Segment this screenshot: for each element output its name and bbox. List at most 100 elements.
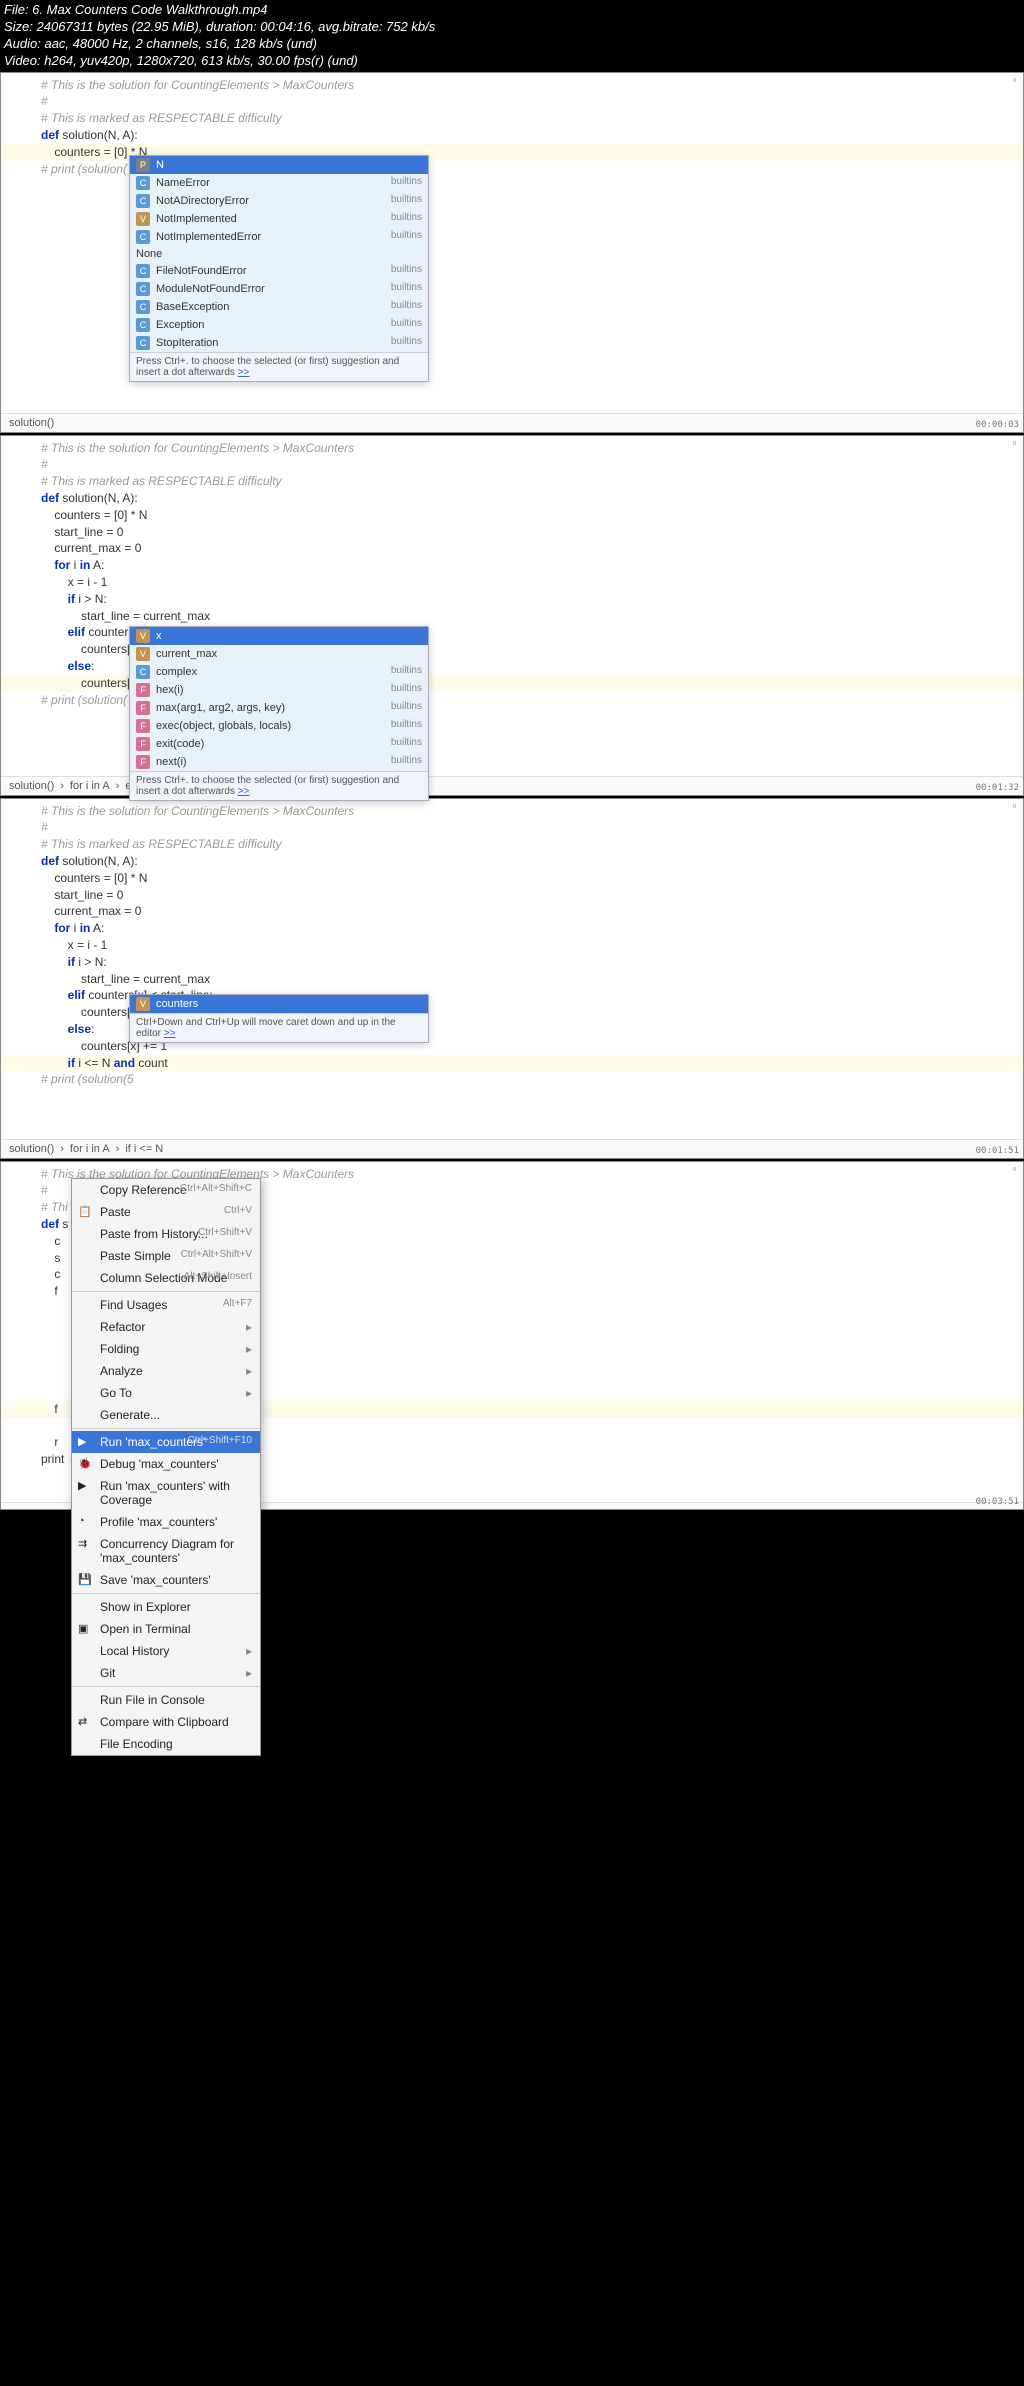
code-line[interactable]: x = i - 1: [1, 574, 1023, 591]
code-line[interactable]: counters = [0] * N: [1, 507, 1023, 524]
chevron-right-icon: ▸: [246, 1364, 252, 1378]
completion-item[interactable]: CNameErrorbuiltins: [130, 174, 428, 192]
code-line[interactable]: if i <= N and count: [1, 1055, 1023, 1072]
coverage-icon: ▶: [78, 1479, 92, 1493]
menu-item[interactable]: Refactor▸: [72, 1316, 260, 1338]
code-line[interactable]: # This is marked as RESPECTABLE difficul…: [1, 836, 1023, 853]
completion-item[interactable]: CNotADirectoryErrorbuiltins: [130, 192, 428, 210]
code-editor[interactable]: ⏸# This is the solution for CountingElem…: [1, 1162, 1023, 1502]
completion-popup[interactable]: VcountersCtrl+Down and Ctrl+Up will move…: [129, 994, 429, 1043]
code-line[interactable]: # This is the solution for CountingEleme…: [1, 803, 1023, 820]
code-line[interactable]: counters = [0] * N: [1, 870, 1023, 887]
completion-item[interactable]: CExceptionbuiltins: [130, 316, 428, 334]
completion-item[interactable]: VNotImplementedbuiltins: [130, 210, 428, 228]
hint-link[interactable]: >>: [164, 1028, 176, 1039]
breadcrumb-segment[interactable]: if i <= N: [125, 1143, 163, 1155]
completion-item[interactable]: CModuleNotFoundErrorbuiltins: [130, 280, 428, 298]
menu-item[interactable]: Generate...: [72, 1404, 260, 1426]
completion-popup[interactable]: PNCNameErrorbuiltinsCNotADirectoryErrorb…: [129, 155, 429, 382]
code-line[interactable]: start_line = 0: [1, 524, 1023, 541]
menu-item[interactable]: Git▸: [72, 1662, 260, 1684]
code-line[interactable]: if i > N:: [1, 591, 1023, 608]
code-line[interactable]: current_max = 0: [1, 540, 1023, 557]
breadcrumb-segment[interactable]: solution(): [9, 417, 54, 429]
code-line[interactable]: #: [1, 819, 1023, 836]
video-frame: ⏸# This is the solution for CountingElem…: [0, 435, 1024, 796]
menu-label: Paste Simple: [100, 1249, 171, 1263]
breadcrumb-segment[interactable]: for i in A: [70, 1143, 110, 1155]
completion-item[interactable]: Fexec(object, globals, locals)builtins: [130, 717, 428, 735]
menu-item[interactable]: File Encoding: [72, 1733, 260, 1755]
breadcrumb-segment[interactable]: solution(): [9, 780, 54, 792]
completion-item[interactable]: Ccomplexbuiltins: [130, 663, 428, 681]
completion-item[interactable]: PN: [130, 156, 428, 174]
menu-item[interactable]: Analyze▸: [72, 1360, 260, 1382]
completion-item[interactable]: CBaseExceptionbuiltins: [130, 298, 428, 316]
code-editor[interactable]: ⏸# This is the solution for CountingElem…: [1, 799, 1023, 1139]
completion-item[interactable]: Fhex(i)builtins: [130, 681, 428, 699]
code-line[interactable]: # This is the solution for CountingEleme…: [1, 440, 1023, 457]
completion-item[interactable]: Fnext(i)builtins: [130, 753, 428, 771]
completion-item[interactable]: Fmax(arg1, arg2, args, key)builtins: [130, 699, 428, 717]
breadcrumb[interactable]: solution()›for i in A›if i <= N: [1, 1139, 1023, 1158]
menu-item[interactable]: Show in Explorer: [72, 1596, 260, 1618]
code-line[interactable]: x = i - 1: [1, 937, 1023, 954]
menu-item[interactable]: ⇉Concurrency Diagram for 'max_counters': [72, 1533, 260, 1569]
code-line[interactable]: def solution(N, A):: [1, 127, 1023, 144]
code-line[interactable]: start_line = current_max: [1, 608, 1023, 625]
menu-item[interactable]: Column Selection ModeAlt+Shift+Insert: [72, 1267, 260, 1289]
menu-item[interactable]: ◔Profile 'max_counters': [72, 1511, 260, 1533]
class-icon: C: [136, 300, 150, 314]
completion-item[interactable]: Vx: [130, 627, 428, 645]
menu-item[interactable]: Run File in Console: [72, 1689, 260, 1711]
size-line: Size: 24067311 bytes (22.95 MiB), durati…: [4, 19, 1020, 36]
menu-item[interactable]: ▣Open in Terminal: [72, 1618, 260, 1640]
menu-item[interactable]: Paste from History...Ctrl+Shift+V: [72, 1223, 260, 1245]
code-line[interactable]: def solution(N, A):: [1, 490, 1023, 507]
code-editor[interactable]: ⏸# This is the solution for CountingElem…: [1, 73, 1023, 413]
code-line[interactable]: #: [1, 93, 1023, 110]
completion-item[interactable]: CNotImplementedErrorbuiltins: [130, 228, 428, 246]
completion-item[interactable]: Vcurrent_max: [130, 645, 428, 663]
menu-item[interactable]: Find UsagesAlt+F7: [72, 1294, 260, 1316]
breadcrumb-segment[interactable]: for i in A: [70, 780, 110, 792]
hint-link[interactable]: >>: [238, 367, 250, 378]
menu-item[interactable]: ⇄Compare with Clipboard: [72, 1711, 260, 1733]
code-line[interactable]: start_line = 0: [1, 887, 1023, 904]
code-line[interactable]: # This is marked as RESPECTABLE difficul…: [1, 110, 1023, 127]
completion-module: builtins: [391, 701, 422, 715]
menu-item[interactable]: ▶Run 'max_counters'Ctrl+Shift+F10: [72, 1431, 260, 1453]
code-line[interactable]: # print (solution(5: [1, 1071, 1023, 1088]
code-line[interactable]: #: [1, 456, 1023, 473]
menu-item[interactable]: ▶Run 'max_counters' with Coverage: [72, 1475, 260, 1511]
completion-name: Exception: [156, 319, 204, 331]
menu-item[interactable]: Folding▸: [72, 1338, 260, 1360]
context-menu[interactable]: Copy ReferenceCtrl+Alt+Shift+C📋PasteCtrl…: [71, 1178, 261, 1756]
code-line[interactable]: current_max = 0: [1, 903, 1023, 920]
code-line[interactable]: if i > N:: [1, 954, 1023, 971]
hint-link[interactable]: >>: [238, 786, 250, 797]
completion-popup[interactable]: VxVcurrent_maxCcomplexbuiltinsFhex(i)bui…: [129, 626, 429, 801]
menu-item[interactable]: Copy ReferenceCtrl+Alt+Shift+C: [72, 1179, 260, 1201]
code-line[interactable]: def solution(N, A):: [1, 853, 1023, 870]
menu-item[interactable]: Paste SimpleCtrl+Alt+Shift+V: [72, 1245, 260, 1267]
timestamp: 00:00:03: [976, 420, 1019, 430]
completion-item[interactable]: Fexit(code)builtins: [130, 735, 428, 753]
menu-item[interactable]: 🐞Debug 'max_counters': [72, 1453, 260, 1475]
menu-item[interactable]: Local History▸: [72, 1640, 260, 1662]
code-editor[interactable]: ⏸# This is the solution for CountingElem…: [1, 436, 1023, 776]
code-line[interactable]: start_line = current_max: [1, 971, 1023, 988]
code-line[interactable]: # This is marked as RESPECTABLE difficul…: [1, 473, 1023, 490]
menu-item[interactable]: 📋PasteCtrl+V: [72, 1201, 260, 1223]
breadcrumb-segment[interactable]: solution(): [9, 1143, 54, 1155]
menu-item[interactable]: 💾Save 'max_counters': [72, 1569, 260, 1591]
code-line[interactable]: for i in A:: [1, 557, 1023, 574]
completion-item[interactable]: Vcounters: [130, 995, 428, 1013]
completion-item[interactable]: CFileNotFoundErrorbuiltins: [130, 262, 428, 280]
breadcrumb[interactable]: solution(): [1, 413, 1023, 432]
code-line[interactable]: # This is the solution for CountingEleme…: [1, 77, 1023, 94]
menu-item[interactable]: Go To▸: [72, 1382, 260, 1404]
completion-item[interactable]: CStopIterationbuiltins: [130, 334, 428, 352]
completion-item[interactable]: None: [130, 246, 428, 262]
code-line[interactable]: for i in A:: [1, 920, 1023, 937]
